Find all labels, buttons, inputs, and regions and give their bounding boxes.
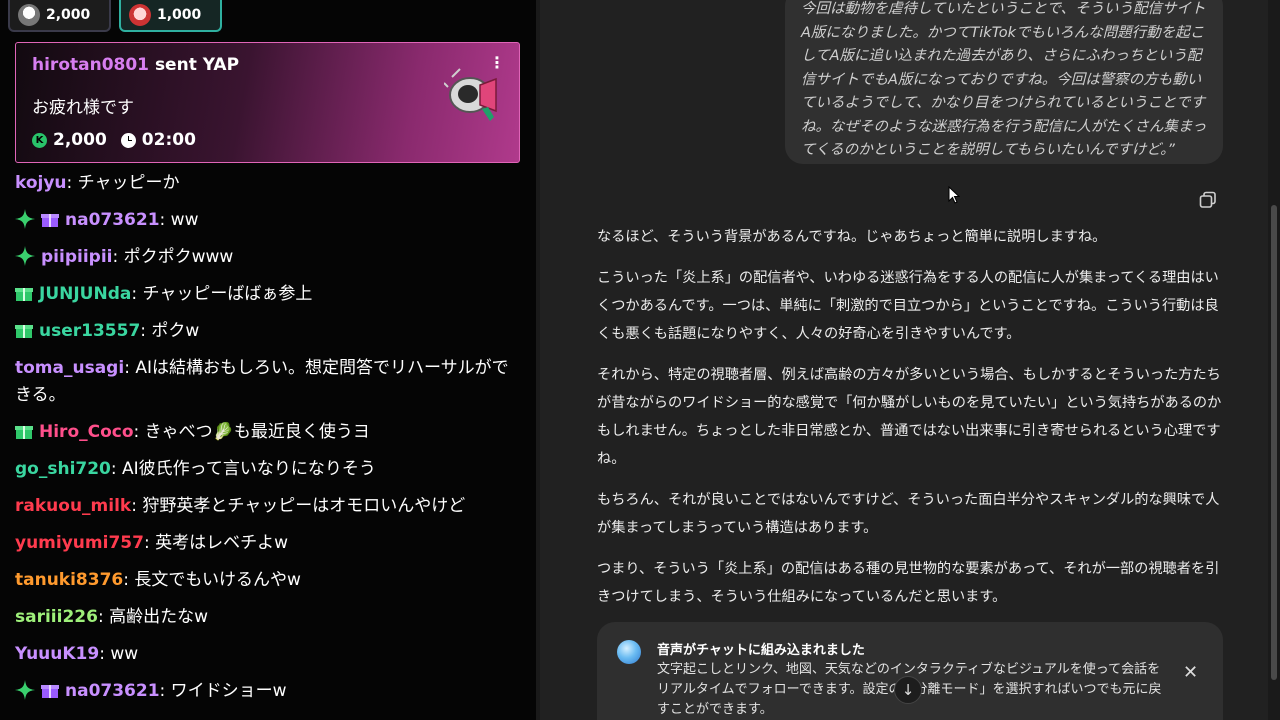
top-gifter-pill[interactable]: 1,000 (119, 0, 222, 32)
chat-username[interactable]: go_shi720 (15, 459, 111, 479)
chat-text: : ww (99, 644, 139, 664)
chat-username[interactable]: na073621 (65, 681, 160, 701)
gift-sent-text: sent YAP (154, 55, 240, 75)
assistant-response: なるほど、そういう背景があるんですね。じゃあちょっと簡単に説明しますね。 こうい… (597, 223, 1222, 624)
arrow-down-icon[interactable]: ↓ (894, 676, 922, 704)
pinned-gift-card[interactable]: hirotan0801 sent YAP お疲れ様です K 2,000 02:0… (15, 42, 520, 163)
chat-message: JUNJUNda: チャッピーばばぁ参上 (15, 281, 520, 308)
gift-header: hirotan0801 sent YAP (32, 55, 239, 75)
chat-message: go_shi720: AI彼氏作って言いなりになりそう (15, 456, 520, 483)
chat-text: : チャッピーか (66, 173, 180, 193)
chat-username[interactable]: sariii226 (15, 607, 98, 627)
chat-text: : 英考はレベチよw (143, 533, 288, 553)
scrollbar[interactable] (1268, 0, 1280, 720)
chat-text: : ポクw (140, 321, 200, 341)
gifter-amount: 2,000 (46, 7, 91, 23)
gift-badge-icon (15, 288, 33, 301)
user-message-bubble: 今回は動物を虐待していたということで、そういう配信サイトA版になりました。かつて… (785, 0, 1223, 164)
chat-message: piipiipii: ポクポクwww (15, 244, 520, 271)
chat-text: : ポクポクwww (112, 247, 234, 267)
chat-username[interactable]: toma_usagi (15, 358, 124, 378)
top-gifter-bar: 2,000 1,000 (8, 0, 222, 32)
chat-message: kojyu: チャッピーか (15, 170, 520, 197)
gift-timer: 02:00 (141, 130, 196, 150)
chat-text: : チャッピーばばぁ参上 (131, 284, 313, 304)
chat-username[interactable]: user13557 (39, 321, 140, 341)
chat-message: na073621: ww (15, 207, 520, 234)
chat-text: : 高齢出たなw (97, 607, 208, 627)
megaphone-icon (444, 68, 497, 121)
gift-sender[interactable]: hirotan0801 (32, 55, 149, 75)
avatar (129, 4, 151, 26)
close-icon[interactable]: ✕ (1183, 662, 1198, 683)
chat-text: : 長文でもいけるんやw (123, 570, 301, 590)
response-paragraph: つまり、そういう「炎上系」の配信はある種の見世物的な要素があって、それが一部の視… (597, 561, 1220, 605)
chat-text: : きゃべつ🥬も最近良く使うヨ (133, 422, 370, 442)
sparkle-badge-icon (15, 246, 35, 266)
chat-message: yumiyumi757: 英考はレベチよw (15, 530, 520, 557)
gift-badge-icon (15, 325, 33, 338)
chat-text: : 狩野英孝とチャッピーはオモロいんやけど (131, 496, 466, 516)
coin-icon: K (32, 132, 47, 148)
copy-icon[interactable] (1199, 191, 1217, 209)
gift-meta: K 2,000 02:00 (32, 130, 196, 150)
chat-message: rakuou_milk: 狩野英孝とチャッピーはオモロいんやけど (15, 493, 520, 520)
chat-username[interactable]: YuuuK19 (15, 644, 99, 664)
chat-message: Hiro_Coco: きゃべつ🥬も最近良く使うヨ (15, 419, 520, 446)
chat-username[interactable]: piipiipii (41, 247, 112, 267)
sparkle-badge-icon (15, 680, 35, 700)
mouse-cursor-icon (948, 186, 960, 204)
top-gifter-pill[interactable]: 2,000 (8, 0, 111, 32)
response-paragraph: こういった「炎上系」の配信者や、いわゆる迷惑行為をする人の配信に人が集まってくる… (597, 270, 1219, 342)
gifter-amount: 1,000 (157, 7, 202, 23)
ai-chat-panel: 今回は動物を虐待していたということで、そういう配信サイトA版になりました。かつて… (540, 0, 1280, 720)
sparkle-badge-icon (15, 209, 35, 229)
chat-username[interactable]: rakuou_milk (15, 496, 131, 516)
chat-message: YuuuK19: ww (15, 641, 520, 668)
gift-badge-icon (15, 426, 33, 439)
chat-message: tanuki8376: 長文でもいけるんやw (15, 567, 520, 594)
chat-username[interactable]: tanuki8376 (15, 570, 123, 590)
voice-notice-banner: 音声がチャットに組み込まれました 文字起こしとリンク、地図、天気などのインタラク… (597, 622, 1223, 720)
gift-message: お疲れ様です (32, 98, 134, 118)
gift-badge-icon (41, 685, 59, 698)
notice-title: 音声がチャットに組み込まれました (657, 643, 865, 658)
user-message-text: 今回は動物を虐待していたということで、そういう配信サイトA版になりました。かつて… (801, 1, 1207, 158)
response-paragraph: なるほど、そういう背景があるんですね。じゃあちょっと簡単に説明しますね。 (597, 229, 1107, 245)
stream-chat-panel: 2,000 1,000 hirotan0801 sent YAP お疲れ様です … (0, 0, 536, 720)
chat-text: : AI彼氏作って言いなりになりそう (110, 459, 376, 479)
chat-text: : ワイドショーw (159, 681, 287, 701)
avatar (18, 4, 40, 26)
gift-badge-icon (41, 214, 59, 227)
clock-icon (120, 132, 136, 148)
response-paragraph: もちろん、それが良いことではないんですけど、そういった面白半分やスキャンダル的な… (597, 492, 1220, 536)
voice-orb-icon (617, 640, 641, 664)
chat-message: sariii226: 高齢出たなw (15, 604, 520, 631)
chat-username[interactable]: na073621 (65, 210, 160, 230)
scrollbar-thumb[interactable] (1271, 205, 1277, 680)
chat-text: : ww (159, 210, 199, 230)
chat-username[interactable]: kojyu (15, 173, 67, 193)
chat-message: toma_usagi: AIは結構おもしろい。想定問答でリハーサルができる。 (15, 355, 520, 409)
chat-username[interactable]: Hiro_Coco (39, 422, 134, 442)
response-paragraph: それから、特定の視聴者層、例えば高齢の方々が多いという場合、もしかするとそういっ… (597, 367, 1222, 467)
gift-coin-amount: 2,000 (53, 130, 107, 150)
chat-message: user13557: ポクw (15, 318, 520, 345)
chat-message: na073621: ワイドショーw (15, 678, 520, 705)
chat-username[interactable]: JUNJUNda (39, 284, 131, 304)
chat-messages: kojyu: チャッピーか na073621: ww piipiipii: ポク… (15, 170, 520, 715)
chat-username[interactable]: yumiyumi757 (15, 533, 144, 553)
